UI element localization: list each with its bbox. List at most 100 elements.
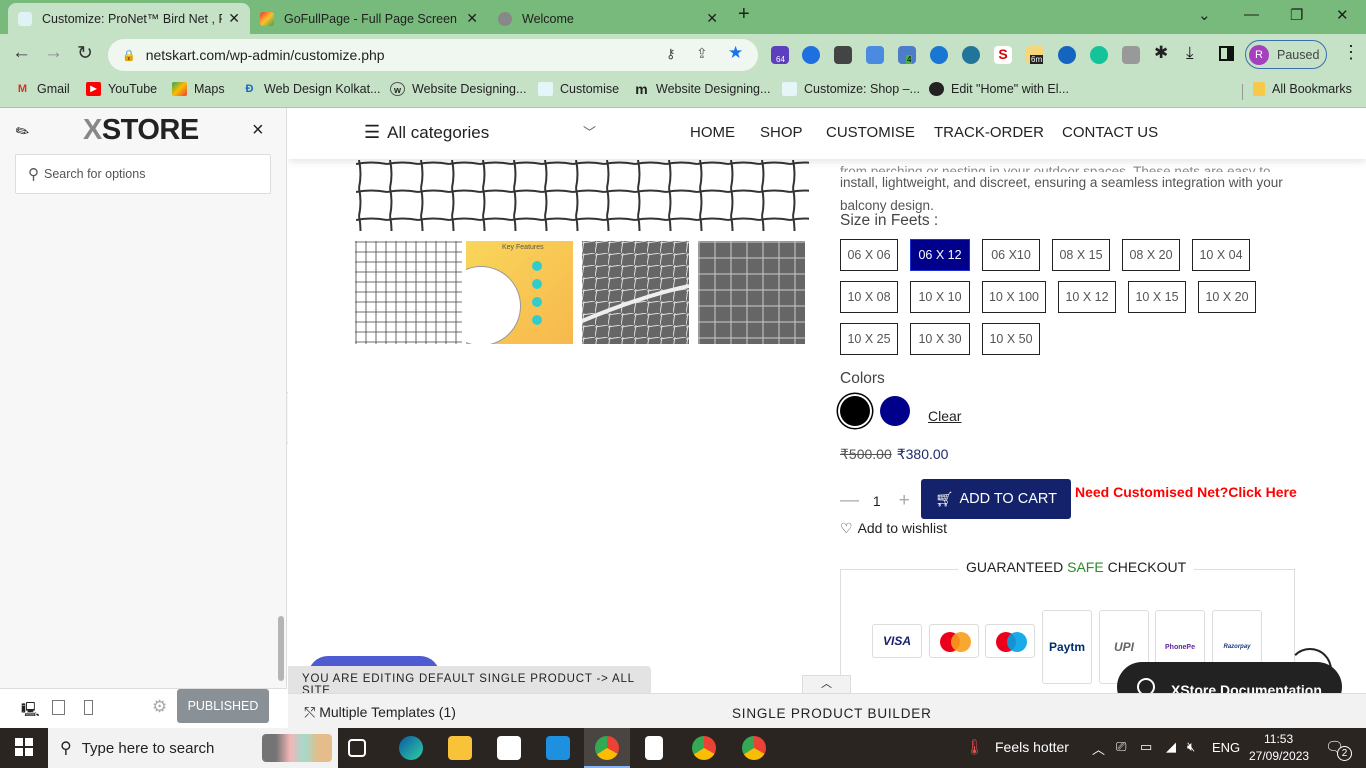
color-swatch-blue[interactable]: [880, 396, 910, 426]
nav-contact-us[interactable]: CONTACT US: [1062, 124, 1158, 141]
close-window-button[interactable]: ✕: [1336, 6, 1349, 24]
tab-gofullpage[interactable]: GoFullPage - Full Page Screen Ca ✕: [250, 3, 488, 34]
all-categories-dropdown[interactable]: ☰ All categories: [364, 122, 489, 143]
tab-search-chevron-icon[interactable]: ⌄: [1198, 6, 1211, 24]
clock-date[interactable]: 27/09/2023: [1249, 749, 1309, 763]
nav-shop[interactable]: SHOP: [760, 124, 803, 141]
add-to-cart-button[interactable]: 🛒︎ ADD TO CART: [921, 479, 1071, 519]
desktop-preview-icon[interactable]: 🖳: [21, 699, 40, 723]
bookmark-website-designing-2[interactable]: m Website Designing...: [634, 82, 770, 96]
xstore-documentation-button[interactable]: XStore Documentation: [1117, 662, 1342, 693]
weather-thermometer-icon[interactable]: 🌡︎: [965, 738, 984, 756]
nav-home[interactable]: HOME: [690, 124, 735, 141]
bookmark-star-icon[interactable]: ★: [728, 43, 743, 63]
reload-button[interactable]: ↻: [77, 42, 93, 65]
chrome-icon[interactable]: [595, 736, 619, 760]
mobile-preview-icon[interactable]: [84, 700, 93, 715]
size-option[interactable]: 10 X 20: [1198, 281, 1256, 313]
file-explorer-icon[interactable]: [448, 736, 472, 760]
extensions-puzzle-icon[interactable]: ✱: [1154, 43, 1168, 63]
clock-time[interactable]: 11:53: [1264, 732, 1293, 746]
battery-icon[interactable]: ▭: [1140, 739, 1152, 755]
color-swatch-black[interactable]: [840, 396, 870, 426]
side-panel-icon[interactable]: [1219, 46, 1234, 61]
size-option[interactable]: 10 X 12: [1058, 281, 1116, 313]
profile-button[interactable]: R Paused: [1245, 40, 1327, 69]
tab-welcome[interactable]: Welcome ✕: [488, 3, 728, 34]
microsoft-store-icon[interactable]: [497, 736, 521, 760]
product-thumbnail[interactable]: [582, 241, 689, 344]
product-thumbnail-key-features[interactable]: Key Features: [466, 241, 573, 344]
all-bookmarks-button[interactable]: All Bookmarks: [1253, 82, 1352, 96]
customised-net-link[interactable]: Need Customised Net?Click Here: [1075, 484, 1297, 500]
close-tab-icon[interactable]: ✕: [706, 10, 718, 27]
bookmark-edit-home[interactable]: Edit "Home" with El...: [929, 82, 1069, 96]
share-icon[interactable]: ⇪: [696, 45, 708, 62]
meet-icon[interactable]: ⎚: [1116, 739, 1126, 755]
size-option[interactable]: 08 X 15: [1052, 239, 1110, 271]
document-icon[interactable]: [645, 736, 663, 760]
bookmark-web-design-kolkata[interactable]: Ð Web Design Kolkat...: [242, 82, 381, 96]
address-bar[interactable]: 🔒 netskart.com/wp-admin/customize.php ⚷ …: [108, 39, 758, 71]
restore-button[interactable]: ❐: [1290, 6, 1303, 24]
multiple-templates-button[interactable]: ⤲ Multiple Templates (1): [304, 704, 456, 721]
windows-start-icon[interactable]: [15, 738, 33, 756]
close-customizer-button[interactable]: ×: [252, 119, 264, 142]
search-options-input[interactable]: ⚲ Search for options: [15, 154, 271, 194]
bookmark-maps[interactable]: Maps: [172, 82, 225, 96]
volume-muted-icon[interactable]: 🔇︎: [1187, 739, 1195, 755]
size-option[interactable]: 06 X 12: [910, 239, 970, 271]
size-option[interactable]: 10 X 08: [840, 281, 898, 313]
mail-icon[interactable]: [546, 736, 570, 760]
extension-icon[interactable]: S: [994, 46, 1012, 64]
taskbar-search[interactable]: ⚲ Type here to search: [48, 728, 338, 768]
tab-customize[interactable]: Customize: ProNet™ Bird Net , Pi ✕: [8, 3, 250, 34]
weather-text[interactable]: Feels hotter: [995, 739, 1069, 755]
show-hidden-icons[interactable]: ︿: [1092, 739, 1105, 758]
task-view-icon[interactable]: [348, 739, 366, 757]
chrome-profile-r-icon[interactable]: [692, 736, 716, 760]
size-option[interactable]: 10 X 04: [1192, 239, 1250, 271]
key-icon[interactable]: ⚷: [666, 46, 676, 62]
size-option[interactable]: 10 X 30: [910, 323, 970, 355]
paintbrush-icon[interactable]: ✎: [12, 120, 34, 144]
product-main-image[interactable]: [356, 160, 809, 231]
size-option[interactable]: 06 X10: [982, 239, 1040, 271]
size-option[interactable]: 10 X 100: [982, 281, 1046, 313]
chevron-down-icon[interactable]: ﹀: [583, 122, 596, 141]
size-option[interactable]: 10 X 15: [1128, 281, 1186, 313]
size-option[interactable]: 10 X 25: [840, 323, 898, 355]
bookmark-customise[interactable]: Customise: [538, 82, 619, 96]
size-option[interactable]: 06 X 06: [840, 239, 898, 271]
product-thumbnail[interactable]: [355, 241, 462, 344]
extension-icon[interactable]: [834, 46, 852, 64]
extension-icon[interactable]: [802, 46, 820, 64]
close-tab-icon[interactable]: ✕: [228, 10, 240, 27]
size-option[interactable]: 10 X 10: [910, 281, 970, 313]
grammarly-icon[interactable]: [1090, 46, 1108, 64]
quantity-value[interactable]: 1: [873, 493, 881, 509]
extension-icon[interactable]: [930, 46, 948, 64]
close-tab-icon[interactable]: ✕: [466, 10, 478, 27]
extension-icon[interactable]: 64: [771, 46, 789, 64]
settings-gear-icon[interactable]: ⚙: [152, 697, 167, 717]
wifi-icon[interactable]: ◢: [1166, 739, 1176, 755]
published-button[interactable]: PUBLISHED: [177, 689, 269, 723]
wordpress-extension-icon[interactable]: [962, 46, 980, 64]
quantity-minus-button[interactable]: —: [840, 490, 859, 511]
extension-icon[interactable]: [866, 46, 884, 64]
language-indicator[interactable]: ENG: [1212, 740, 1240, 755]
edge-icon[interactable]: [399, 736, 423, 760]
tablet-preview-icon[interactable]: [52, 700, 65, 715]
extension-icon[interactable]: [1058, 46, 1076, 64]
new-tab-button[interactable]: +: [738, 3, 750, 26]
extension-icon[interactable]: 6m: [1026, 46, 1044, 64]
bookmark-gmail[interactable]: M Gmail: [15, 82, 70, 96]
minimize-button[interactable]: —: [1244, 6, 1259, 23]
clear-selection-link[interactable]: Clear: [928, 408, 961, 424]
chrome-profile-d-icon[interactable]: [742, 736, 766, 760]
extension-icon[interactable]: 4: [898, 46, 916, 64]
menu-kebab-icon[interactable]: ⋮: [1342, 42, 1360, 63]
expand-builder-button[interactable]: ︿: [802, 675, 851, 693]
forward-button[interactable]: →: [44, 42, 63, 64]
